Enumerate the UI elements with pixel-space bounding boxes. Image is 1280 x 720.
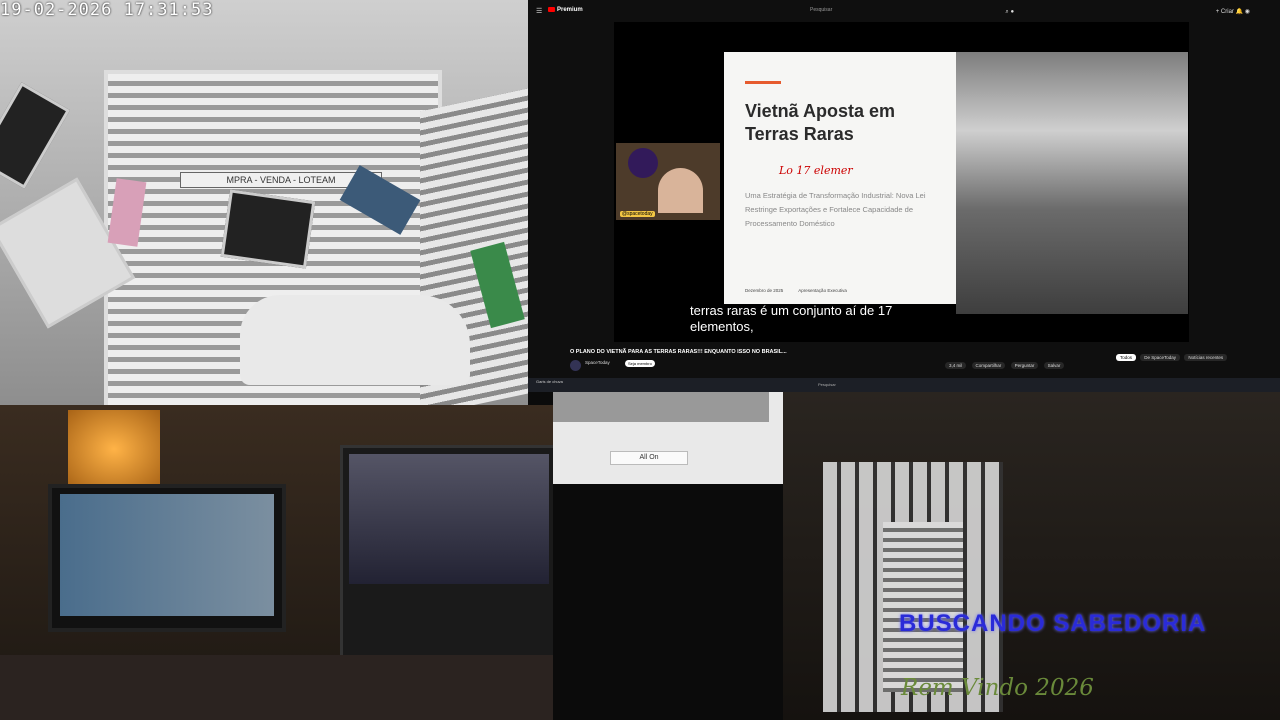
weather-widget[interactable]: Garis de chuva — [536, 379, 563, 384]
windows-taskbar: Garis de chuva Pesquisar — [528, 378, 1280, 392]
save-button[interactable]: Salvar — [1043, 362, 1065, 369]
logo-text: Premium — [557, 7, 583, 14]
studio-camera-feed — [0, 405, 553, 720]
youtube-header: ☰ Premium Pesquisar ⌕ ● + Criar 🔔 ◉ — [528, 0, 1280, 24]
menu-icon[interactable]: ☰ — [536, 7, 542, 15]
hanging-laptop — [0, 82, 70, 189]
video-actions: 3,4 mil Compartilhar Perguntar Salvar — [945, 362, 1068, 369]
space-today-logo — [628, 148, 658, 178]
youtube-window: ☰ Premium Pesquisar ⌕ ● + Criar 🔔 ◉ Viet… — [528, 0, 1280, 392]
cctv-camera-feed: MPRA - VENDA - LOTEAM 19-02-2026 17:31:5… — [0, 0, 528, 405]
youtube-logo[interactable]: Premium — [548, 7, 583, 13]
control-panel: All On — [553, 392, 783, 484]
header-icons: ⌕ ● + Criar 🔔 ◉ — [1005, 8, 1250, 16]
webcam-badge: @spacetoday — [620, 211, 655, 217]
handwritten-note: Lo 17 elemer — [779, 164, 853, 177]
hanging-laptop — [220, 189, 316, 269]
like-button[interactable]: 3,4 mil — [945, 362, 967, 369]
chip-channel[interactable]: De SpaceToday — [1140, 354, 1181, 361]
play-icon — [548, 7, 555, 12]
parked-car — [240, 295, 470, 385]
bell-icon[interactable]: 🔔 — [1236, 9, 1243, 15]
slide-footer-label: Apresentação Executiva — [798, 288, 847, 293]
gate-view — [883, 522, 963, 692]
slide-date: Dezembro de 2025 — [745, 288, 784, 293]
overlay-subtitle: Rem Vindo 2026 — [901, 675, 1094, 701]
video-caption: terras raras é um conjunto aí de 17 elem… — [690, 303, 893, 334]
desk — [0, 655, 553, 720]
presentation-slide: Vietnã Aposta em Terras Raras Lo 17 elem… — [724, 52, 1188, 314]
channel-avatar[interactable] — [570, 360, 581, 371]
chip-all[interactable]: Todos — [1116, 354, 1137, 361]
share-button[interactable]: Compartilhar — [971, 362, 1006, 369]
slide-subtitle: Uma Estratégia de Transformação Industri… — [745, 191, 926, 228]
monitor-screen — [349, 454, 549, 584]
taskbar-search[interactable]: Pesquisar — [818, 382, 836, 387]
channel-name[interactable]: SpaceToday — [585, 360, 610, 365]
presenter-webcam: @spacetoday — [616, 143, 720, 220]
camera-thumbnail — [553, 392, 769, 422]
recommendation-chips: Todos De SpaceToday Notícias recentes — [1116, 354, 1230, 361]
multi-view-grid: MPRA - VENDA - LOTEAM 19-02-2026 17:31:5… — [0, 0, 1280, 720]
mic-icon[interactable]: ● — [1010, 9, 1014, 15]
all-on-button[interactable]: All On — [610, 451, 688, 465]
presenter — [658, 168, 703, 213]
join-button[interactable]: Seja membro — [625, 360, 655, 367]
ask-button[interactable]: Perguntar — [1010, 362, 1039, 369]
search-icon[interactable]: ⌕ — [1005, 9, 1008, 15]
timestamp: 19-02-2026 17:31:53 — [0, 0, 214, 20]
entrance-camera-feed: BUSCANDO SABEDORIA Rem Vindo 2026 — [783, 392, 1280, 720]
slide-title: Vietnã Aposta em Terras Raras — [745, 101, 896, 144]
video-title: O PLANO DO VIETNÃ PARA AS TERRAS RARAS!!… — [570, 349, 787, 355]
create-button[interactable]: + Criar — [1216, 9, 1234, 15]
avatar[interactable]: ◉ — [1245, 9, 1250, 15]
chip-recent[interactable]: Notícias recentes — [1184, 354, 1228, 361]
overlay-title: BUSCANDO SABEDORIA — [899, 610, 1207, 637]
monitor-screen — [60, 494, 274, 616]
search-input[interactable]: Pesquisar — [810, 7, 832, 13]
accent-bar — [745, 81, 781, 84]
slide-footer: Dezembro de 2025 Apresentação Executiva — [745, 288, 861, 293]
monitor — [48, 484, 286, 632]
industrial-plant-image — [956, 52, 1188, 314]
lamp — [68, 410, 160, 488]
